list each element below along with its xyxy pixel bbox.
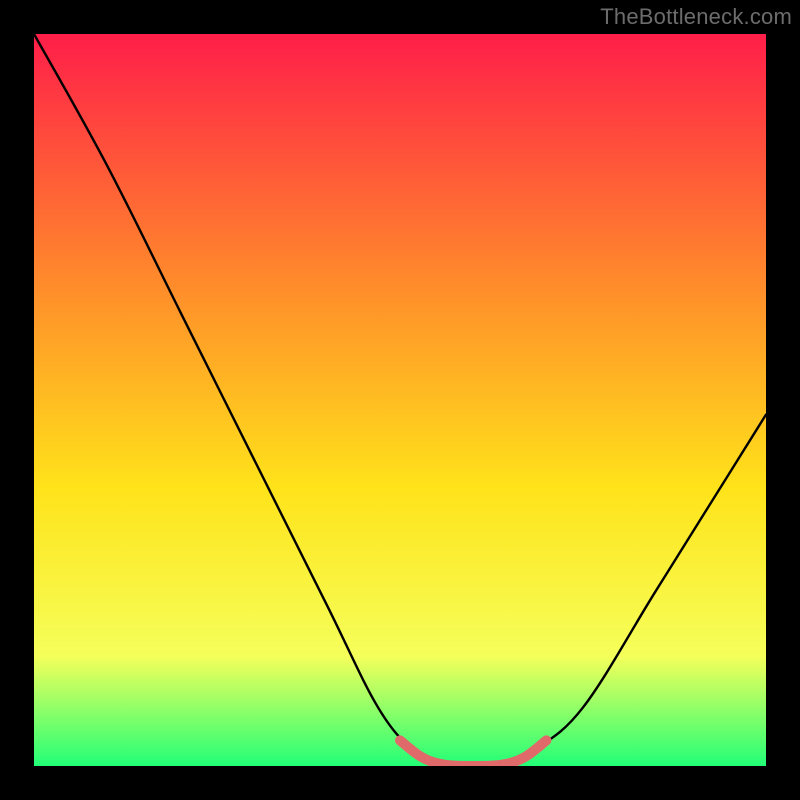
gradient-plot-area (34, 34, 766, 766)
chart-stage: TheBottleneck.com (0, 0, 800, 800)
bottleneck-chart (0, 0, 800, 800)
watermark-text: TheBottleneck.com (600, 4, 792, 30)
